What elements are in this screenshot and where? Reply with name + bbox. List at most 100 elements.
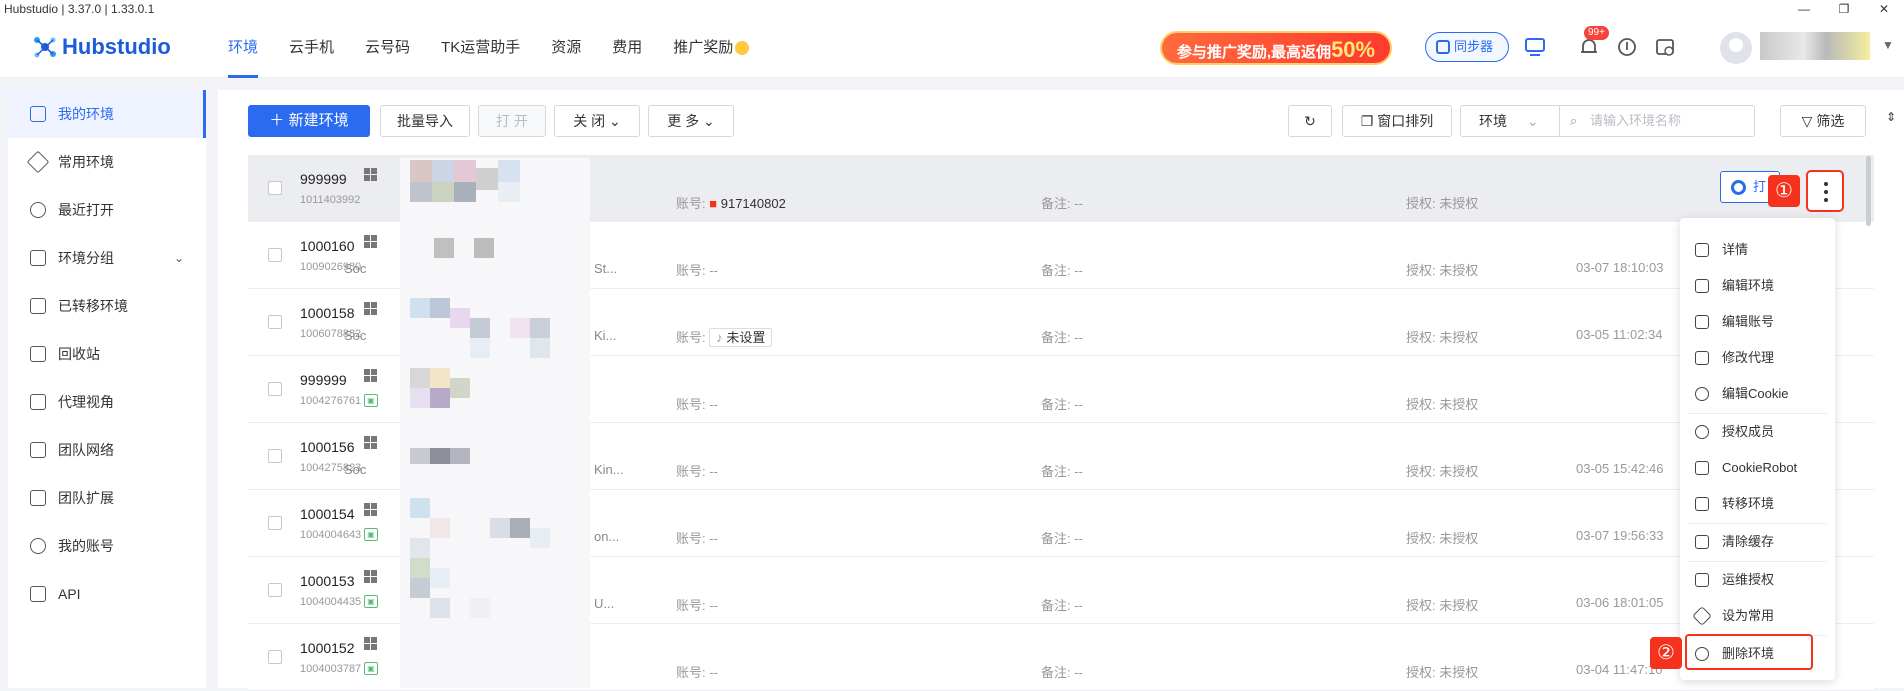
sidebar-item-api[interactable]: API <box>8 570 206 618</box>
sidebar-item-recent[interactable]: 最近打开 <box>8 186 206 234</box>
logo-text: Hubstudio <box>62 34 171 59</box>
env-type-select[interactable]: 环境 ⌄ <box>1460 105 1560 137</box>
account-field: 账号: -- <box>676 461 718 480</box>
sidebar-item-team-extension[interactable]: 团队扩展 <box>8 474 206 522</box>
sidebar-item-team-network[interactable]: 团队网络 <box>8 426 206 474</box>
last-open-date: 03-05 11:02:34 <box>1576 327 1663 342</box>
sidebar-item-proxy-view[interactable]: 代理视角 <box>8 378 206 426</box>
row-checkbox[interactable] <box>268 650 282 664</box>
menu-item-set-favorite[interactable]: 设为常用 <box>1680 598 1835 634</box>
proxy-location: U... <box>594 596 615 611</box>
details-icon <box>1695 243 1709 257</box>
windows-icon <box>364 503 378 517</box>
menu-item-label: 修改代理 <box>1722 350 1775 365</box>
nav-fees[interactable]: 费用 <box>612 20 642 78</box>
sidebar-item-groups[interactable]: 环境分组 ⌄ <box>8 234 206 282</box>
new-environment-button[interactable]: ＋ 新建环境 <box>248 105 370 137</box>
hubstudio-logo-icon <box>34 37 56 58</box>
chevron-down-icon: ⌄ <box>609 113 621 129</box>
menu-item-ops-authorize[interactable]: 运维授权 <box>1680 562 1835 598</box>
account-label: 账号: <box>676 196 706 211</box>
proxy-location: on... <box>594 529 620 544</box>
sidebar-item-my-env[interactable]: 我的环境 <box>8 90 206 138</box>
promo-banner[interactable]: 参与推广奖励,最高返佣50% <box>1160 31 1392 65</box>
minimize-button[interactable]: — <box>1784 0 1824 20</box>
chevron-down-icon[interactable]: ▼ <box>1882 38 1894 52</box>
history-icon[interactable] <box>1654 36 1676 58</box>
menu-item-details[interactable]: 详情 <box>1680 232 1835 268</box>
maximize-button[interactable]: ❐ <box>1824 0 1864 20</box>
menu-item-clear-cache[interactable]: 清除缓存 <box>1680 524 1835 560</box>
window-icon: ❐ <box>1360 113 1378 129</box>
nav-resources[interactable]: 资源 <box>551 20 581 78</box>
more-actions-button[interactable] <box>1806 170 1844 212</box>
row-checkbox[interactable] <box>268 315 282 329</box>
close-window-button[interactable]: ✕ <box>1864 0 1904 20</box>
delete-highlight-box <box>1685 634 1813 670</box>
close-dropdown[interactable]: 关 闭 ⌄ <box>554 105 640 137</box>
sidebar-item-favorites[interactable]: 常用环境 <box>8 138 206 186</box>
sidebar-item-my-account[interactable]: 我的账号 <box>8 522 206 570</box>
star-icon <box>1692 606 1712 626</box>
user-icon <box>30 538 46 554</box>
menu-item-edit-env[interactable]: 编辑环境 <box>1680 268 1835 304</box>
row-checkbox[interactable] <box>268 181 282 195</box>
account-field: 账号: -- <box>676 595 718 614</box>
menu-item-label: 编辑Cookie <box>1722 386 1789 401</box>
sync-button[interactable]: 同步器 <box>1425 32 1509 62</box>
username-blurred[interactable] <box>1760 32 1870 60</box>
extension-icon <box>30 490 46 506</box>
nav-environment[interactable]: 环境 <box>228 20 259 78</box>
env-name: 1000152 <box>300 640 355 656</box>
sidebar-item-transferred[interactable]: 已转移环境 <box>8 282 206 330</box>
refresh-download-icon[interactable] <box>1616 36 1638 58</box>
menu-item-edit-cookie[interactable]: 编辑Cookie <box>1680 376 1835 412</box>
avatar[interactable] <box>1720 32 1752 64</box>
refresh-button[interactable]: ↻ <box>1288 105 1332 137</box>
logo: Hubstudio <box>32 34 171 60</box>
menu-item-transfer-env[interactable]: 转移环境 <box>1680 486 1835 522</box>
menu-item-label: 编辑账号 <box>1722 314 1775 329</box>
row-checkbox[interactable] <box>268 449 282 463</box>
proxy-text: Soc <box>344 261 367 276</box>
open-button[interactable]: 打 开 <box>478 105 546 137</box>
auth-field: 授权: 未授权 <box>1406 196 1479 211</box>
search-input[interactable]: ⌕ 请输入环境名称 <box>1560 105 1755 137</box>
account-field: 账号: -- <box>676 394 718 413</box>
sidebar: 我的环境 常用环境 最近打开 环境分组 ⌄ 已转移环境 回收站 代理视角 团队网络… <box>8 90 206 688</box>
row-checkbox[interactable] <box>268 583 282 597</box>
nav-cloud-phone[interactable]: 云手机 <box>289 20 334 78</box>
chevron-down-icon[interactable]: ⌄ <box>174 234 184 282</box>
new-environment-label: 新建环境 <box>288 112 349 129</box>
proxy-location: St... <box>594 261 618 276</box>
main-nav: 环境 云手机 云号码 TK运营助手 资源 费用 推广奖励 <box>228 20 780 78</box>
sidebar-item-recycle[interactable]: 回收站 <box>8 330 206 378</box>
menu-item-edit-account[interactable]: 编辑账号 <box>1680 304 1835 340</box>
row-checkbox[interactable] <box>268 382 282 396</box>
window-arrange-button[interactable]: ❐ 窗口排列 <box>1342 105 1452 137</box>
nav-referral-label: 推广奖励 <box>673 39 734 56</box>
account-label: 账号: <box>676 330 706 345</box>
menu-item-cookie-robot[interactable]: CookieRobot <box>1680 450 1835 486</box>
screen-icon[interactable] <box>1524 36 1546 58</box>
remark-field: 备注: -- <box>1041 196 1083 211</box>
sort-icon[interactable]: ⇕ <box>1886 110 1896 124</box>
nav-tk-assistant[interactable]: TK运营助手 <box>441 20 520 78</box>
nav-referral[interactable]: 推广奖励 <box>673 20 750 78</box>
nav-cloud-number[interactable]: 云号码 <box>365 20 410 78</box>
chevron-down-icon: ⌄ <box>703 113 715 129</box>
row-checkbox[interactable] <box>268 516 282 530</box>
row-checkbox[interactable] <box>268 248 282 262</box>
auth-field: 授权: 未授权 <box>1406 665 1479 680</box>
filter-button[interactable]: ▽ 筛选 <box>1780 105 1866 137</box>
more-dropdown[interactable]: 更 多 ⌄ <box>648 105 734 137</box>
account-value: 未设置 <box>726 330 766 345</box>
menu-item-authorize-members[interactable]: 授权成员 <box>1680 414 1835 450</box>
window-title: Hubstudio | 3.37.0 | 1.33.0.1 <box>4 2 155 16</box>
table-scrollbar[interactable] <box>1866 156 1871 226</box>
auth-field: 授权: 未授权 <box>1406 263 1479 278</box>
sidebar-item-label: 我的账号 <box>58 538 114 554</box>
batch-import-button[interactable]: 批量导入 <box>380 105 470 137</box>
api-icon <box>30 586 46 602</box>
menu-item-modify-proxy[interactable]: 修改代理 <box>1680 340 1835 376</box>
